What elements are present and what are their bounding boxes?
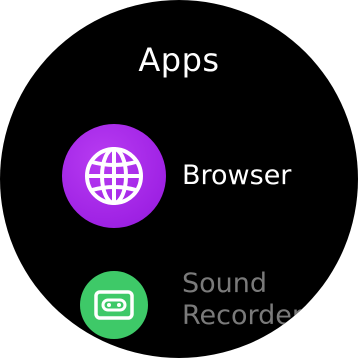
app-label-line-1: Sound (182, 268, 268, 299)
app-label-browser: Browser (182, 160, 292, 191)
sound-recorder-app-icon[interactable] (80, 271, 148, 339)
browser-app-icon[interactable] (62, 124, 166, 228)
page-title: Apps (138, 41, 220, 79)
app-item-sound-recorder[interactable]: Sound Recorder (0, 254, 358, 358)
app-label-sound-recorder: Sound Recorder (182, 268, 303, 332)
globe-icon (85, 147, 143, 205)
app-item-browser[interactable]: Browser (0, 124, 358, 228)
app-label-line-2: Recorder (182, 300, 303, 331)
watch-screen: Apps Browser Sound Recorder (0, 0, 358, 358)
cassette-tape-icon (94, 290, 134, 320)
